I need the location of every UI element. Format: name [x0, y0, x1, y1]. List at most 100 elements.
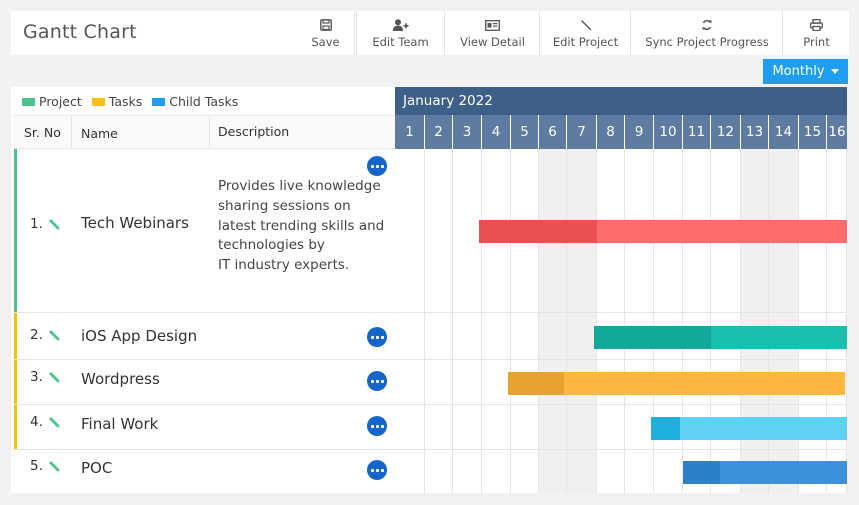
view-mode-dropdown[interactable]: Monthly — [763, 59, 848, 84]
more-options-button[interactable] — [367, 416, 387, 436]
legend-swatch — [91, 97, 105, 106]
gantt-bar[interactable] — [479, 220, 847, 243]
print-button[interactable]: Print — [784, 11, 849, 55]
serial-number: 2. — [30, 327, 43, 343]
gantt-bar-progress — [594, 326, 711, 349]
legend-item-tasks: Tasks — [91, 94, 143, 109]
more-options-button[interactable] — [367, 156, 387, 176]
day-header-cell: 13 — [741, 115, 769, 149]
print-icon — [810, 17, 823, 33]
description-line: technologies by — [218, 237, 325, 254]
task-grid: Project Tasks Child Tasks Sr. No Name De… — [11, 87, 395, 493]
id-card-icon — [485, 17, 500, 33]
edit-pencil-icon[interactable] — [47, 217, 61, 231]
table-header: Sr. No Name Description — [14, 115, 395, 149]
row-serial: 2. — [30, 327, 61, 343]
day-header-cell: 14 — [769, 115, 799, 149]
gantt-bar-progress — [508, 372, 565, 395]
legend-swatch — [152, 97, 166, 106]
horizontal-scroll-edge[interactable] — [847, 87, 849, 493]
edit-pencil-icon[interactable] — [47, 328, 61, 342]
serial-number: 4. — [30, 414, 43, 430]
edit-pencil-icon[interactable] — [47, 415, 61, 429]
day-header-cell: 16 — [828, 124, 846, 140]
legend-swatch — [22, 97, 35, 106]
more-options-button[interactable] — [367, 460, 387, 480]
table-row[interactable]: 5. POC — [14, 450, 395, 493]
day-header-cell: 4 — [482, 115, 511, 149]
legend-label: Child Tasks — [169, 94, 239, 109]
day-header-cell: 3 — [453, 115, 482, 149]
row-type-indicator — [14, 313, 17, 359]
row-serial: 3. — [30, 369, 61, 385]
view-detail-button[interactable]: View Detail — [446, 11, 540, 55]
caret-down-icon — [830, 69, 839, 74]
day-header-cell: 2 — [425, 115, 453, 149]
view-detail-label: View Detail — [460, 35, 525, 49]
edit-project-label: Edit Project — [552, 35, 619, 49]
description-line: sharing sessions on — [218, 197, 351, 214]
description-line: Provides live knowledge — [218, 178, 381, 194]
row-name: Final Work — [81, 415, 159, 433]
more-options-button[interactable] — [367, 327, 387, 347]
column-header-description[interactable]: Description — [210, 116, 395, 149]
row-name: Tech Webinars — [81, 214, 189, 232]
edit-team-button[interactable]: Edit Team — [356, 11, 445, 55]
serial-number: 1. — [30, 216, 43, 232]
table-row[interactable]: 1. Tech Webinars Provides live knowledge… — [14, 149, 395, 313]
legend: Project Tasks Child Tasks — [22, 94, 238, 109]
gantt-bar[interactable] — [594, 326, 847, 349]
print-label: Print — [803, 35, 830, 49]
row-type-indicator — [14, 405, 17, 449]
description-line: latest trending skills and — [218, 217, 385, 234]
row-serial: 4. — [30, 414, 61, 430]
edit-project-button[interactable]: Edit Project — [541, 11, 631, 55]
table-row[interactable]: 3. Wordpress — [14, 360, 395, 405]
row-type-indicator — [14, 360, 17, 404]
save-label: Save — [311, 35, 340, 49]
gantt-timeline: January 2022 1 2 3 4 5 6 7 8 9 10 11 12 13 14 15 16 — [395, 87, 847, 493]
description-line: IT industry experts. — [218, 257, 350, 274]
day-header-cell: 11 — [683, 115, 711, 149]
day-header-cell: 5 — [511, 115, 539, 149]
row-name: Wordpress — [81, 370, 160, 388]
row-serial: 1. — [30, 216, 61, 232]
table-row[interactable]: 4. Final Work — [14, 405, 395, 450]
save-button[interactable]: Save — [297, 11, 355, 55]
column-header-sr-no[interactable]: Sr. No — [14, 116, 72, 149]
gantt-bar[interactable] — [683, 461, 847, 484]
refresh-icon — [701, 17, 713, 33]
gantt-bar-progress — [683, 461, 720, 484]
edit-pencil-icon[interactable] — [47, 459, 61, 473]
gantt-bar[interactable] — [651, 417, 847, 440]
day-header-cell: 6 — [539, 115, 567, 149]
day-header: 1 2 3 4 5 6 7 8 9 10 11 12 13 14 15 16 — [395, 115, 847, 149]
pencil-icon — [580, 17, 592, 33]
gantt-bar[interactable] — [508, 372, 845, 395]
sync-progress-button[interactable]: Sync Project Progress — [632, 11, 783, 55]
day-header-cell: 10 — [654, 115, 683, 149]
legend-label: Tasks — [108, 94, 143, 109]
table-row[interactable]: 2. iOS App Design — [14, 313, 395, 360]
page-title: Gantt Chart — [23, 21, 137, 43]
edit-team-label: Edit Team — [372, 35, 429, 49]
legend-item-child-tasks: Child Tasks — [152, 94, 238, 109]
gantt-bar-progress — [479, 220, 597, 243]
month-header: January 2022 — [395, 87, 847, 115]
serial-number: 3. — [30, 369, 43, 385]
day-header-cell: 15 — [799, 115, 827, 149]
day-header-cell: 1 — [395, 115, 425, 149]
day-header-cell: 7 — [567, 115, 597, 149]
edit-pencil-icon[interactable] — [47, 370, 61, 384]
save-icon — [319, 17, 332, 33]
serial-number: 5. — [30, 458, 43, 474]
column-header-name[interactable]: Name — [72, 116, 210, 149]
day-header-cell: 8 — [597, 115, 625, 149]
sync-progress-label: Sync Project Progress — [645, 35, 769, 49]
user-plus-icon — [392, 17, 409, 33]
more-options-button[interactable] — [367, 371, 387, 391]
row-name: POC — [81, 459, 113, 477]
row-serial: 5. — [30, 458, 61, 474]
gantt-bar-progress — [651, 417, 681, 440]
legend-item-project: Project — [22, 94, 82, 109]
